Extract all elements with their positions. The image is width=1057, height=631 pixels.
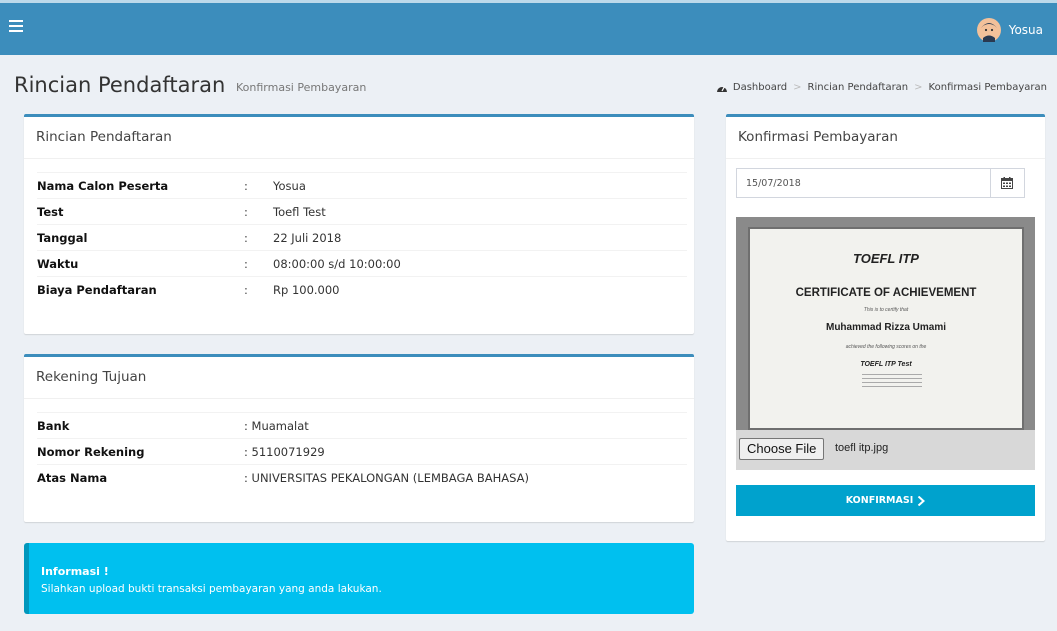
table-row: Waktu : 08:00:00 s/d 10:00:00 — [37, 250, 687, 277]
box-divider — [24, 158, 694, 159]
certificate-brand: TOEFL ITP — [853, 251, 919, 266]
row-value: 22 Juli 2018 — [273, 231, 342, 245]
account-box-title: Rekening Tujuan — [36, 369, 147, 385]
row-value: : 5110071929 — [244, 445, 325, 459]
certificate-image: TOEFL ITP CERTIFICATE OF ACHIEVEMENT Thi… — [748, 227, 1024, 430]
row-label: Biaya Pendaftaran — [37, 283, 157, 297]
hamburger-icon[interactable] — [9, 20, 25, 34]
breadcrumb-current: Konfirmasi Pembayaran — [928, 82, 1047, 93]
row-value: Rp 100.000 — [273, 283, 340, 297]
file-upload-row: Choose File toefl itp.jpg — [736, 430, 1035, 470]
user-menu[interactable]: Yosua — [976, 17, 1043, 43]
row-colon: : — [244, 179, 248, 193]
row-colon: : — [244, 283, 248, 297]
certificate-score-lines — [862, 374, 922, 390]
calendar-button[interactable] — [990, 169, 1024, 197]
certificate-achieved-line: achieved the following scores on the — [845, 344, 927, 350]
row-label: Nomor Rekening — [37, 445, 145, 459]
date-value: 15/07/2018 — [746, 178, 801, 189]
user-name: Yosua — [1008, 23, 1043, 37]
certificate-name: Muhammad Rizza Umami — [825, 322, 947, 333]
info-message: Silahkan upload bukti transaksi pembayar… — [41, 583, 382, 595]
avatar — [976, 18, 1001, 42]
selected-file-name: toefl itp.jpg — [835, 442, 889, 454]
table-row: Bank : Muamalat — [37, 412, 687, 439]
box-divider — [726, 158, 1045, 159]
row-colon: : — [244, 205, 248, 219]
row-value: Yosua — [273, 179, 306, 193]
breadcrumb-separator: > — [914, 82, 923, 93]
breadcrumb-registration[interactable]: Rincian Pendaftaran — [808, 82, 909, 93]
table-row: Test : Toefl Test — [37, 198, 687, 225]
breadcrumb-dashboard[interactable]: Dashboard — [733, 82, 787, 93]
table-row: Biaya Pendaftaran : Rp 100.000 — [37, 276, 687, 303]
registration-details-box: Rincian Pendaftaran Nama Calon Peserta :… — [24, 114, 694, 334]
row-value: Toefl Test — [273, 205, 326, 219]
row-label: Nama Calon Peserta — [37, 179, 169, 193]
row-colon: : — [244, 257, 248, 271]
row-value: : Muamalat — [244, 419, 309, 433]
breadcrumb: Dashboard > Rincian Pendaftaran > Konfir… — [716, 82, 1047, 93]
certificate-certify-line: This is to certify that — [863, 307, 909, 313]
certificate-heading: CERTIFICATE OF ACHIEVEMENT — [795, 287, 977, 299]
row-label: Atas Nama — [37, 471, 108, 485]
page-subtitle: Konfirmasi Pembayaran — [236, 81, 367, 94]
certificate-test: TOEFL ITP Test — [860, 361, 912, 368]
calendar-icon — [1001, 177, 1013, 189]
chevron-right-icon — [918, 495, 926, 506]
table-row: Tanggal : 22 Juli 2018 — [37, 224, 687, 251]
registration-box-title: Rincian Pendaftaran — [36, 129, 172, 145]
dashboard-icon — [716, 86, 727, 92]
box-divider — [24, 398, 694, 399]
row-label: Bank — [37, 419, 70, 433]
payment-confirmation-box: Konfirmasi Pembayaran 15/07/2018 TOEFL I… — [726, 114, 1045, 541]
row-label: Tanggal — [37, 231, 88, 245]
destination-account-box: Rekening Tujuan Bank : Muamalat Nomor Re… — [24, 354, 694, 522]
row-value: : UNIVERSITAS PEKALONGAN (LEMBAGA BAHASA… — [244, 471, 530, 485]
row-label: Waktu — [37, 257, 79, 271]
table-row: Nomor Rekening : 5110071929 — [37, 438, 687, 465]
page-title: Rincian Pendaftaran — [14, 73, 226, 97]
row-label: Test — [37, 205, 64, 219]
date-field[interactable]: 15/07/2018 — [736, 168, 1025, 198]
table-row: Nama Calon Peserta : Yosua — [37, 172, 687, 199]
info-callout: Informasi ! Silahkan upload bukti transa… — [24, 543, 694, 614]
row-colon: : — [244, 231, 248, 245]
breadcrumb-separator: > — [793, 82, 802, 93]
choose-file-button[interactable]: Choose File — [739, 438, 825, 460]
info-title: Informasi ! — [41, 565, 109, 578]
uploaded-image-preview: TOEFL ITP CERTIFICATE OF ACHIEVEMENT Thi… — [736, 217, 1035, 430]
confirm-button-label: KONFIRMASI — [845, 495, 914, 506]
table-row: Atas Nama : UNIVERSITAS PEKALONGAN (LEMB… — [37, 464, 687, 491]
top-navbar: Yosua — [0, 0, 1057, 55]
confirm-button[interactable]: KONFIRMASI — [736, 485, 1035, 516]
confirmation-box-title: Konfirmasi Pembayaran — [738, 129, 898, 145]
row-value: 08:00:00 s/d 10:00:00 — [273, 257, 401, 271]
